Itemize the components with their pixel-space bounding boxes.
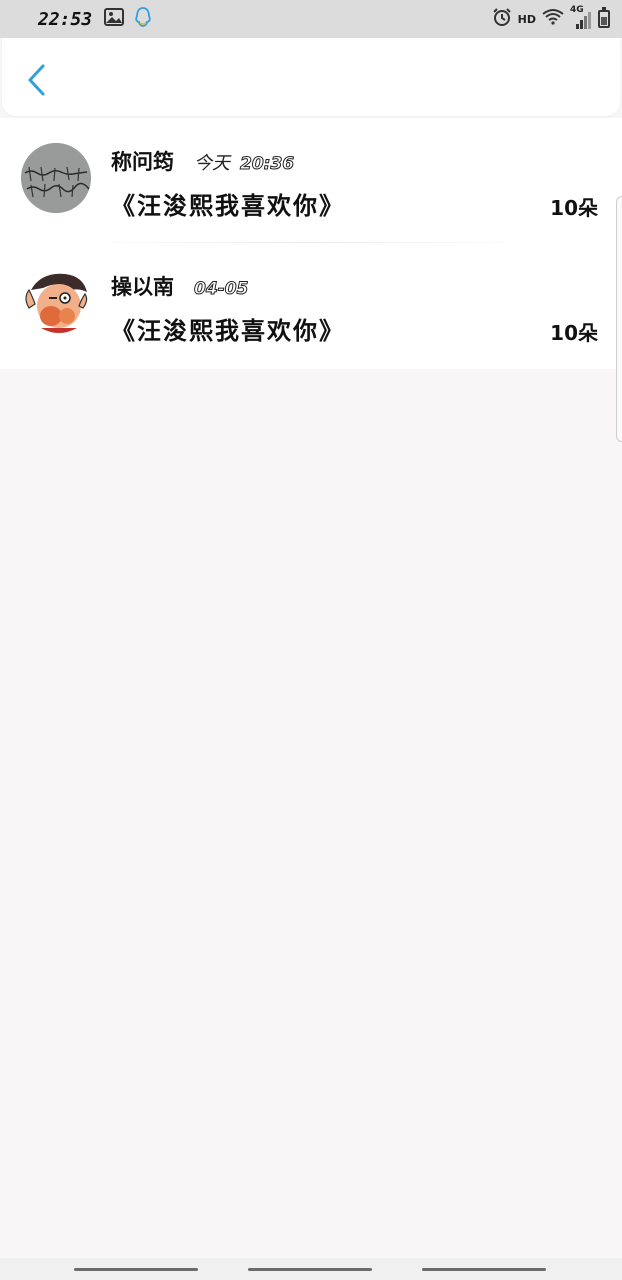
edge-panel-handle[interactable] <box>616 196 622 442</box>
time: 20:36 <box>239 154 295 175</box>
qq-icon <box>134 6 152 32</box>
nav-gesture-right[interactable] <box>422 1268 546 1271</box>
header <box>2 38 620 116</box>
name-line: 称问筠 今天 20:36 <box>111 146 295 176</box>
message: 《汪浚熙我喜欢你》 <box>111 317 345 345</box>
nickname: 操以南 <box>111 275 174 299</box>
avatar[interactable] <box>21 143 91 213</box>
signal-icon: 4G <box>570 5 592 30</box>
battery-icon <box>598 7 610 28</box>
network-type-label: HD <box>517 12 536 26</box>
status-left-icons <box>104 6 152 32</box>
status-time: 22:53 <box>38 8 93 30</box>
back-button[interactable] <box>22 64 50 100</box>
flower-count: 10朵 <box>550 321 598 345</box>
message: 《汪浚熙我喜欢你》 <box>111 192 345 220</box>
nav-gesture-left[interactable] <box>74 1268 198 1271</box>
wifi-icon <box>542 8 564 30</box>
alarm-icon <box>492 7 512 31</box>
status-bar: 22:53 HD 4G <box>0 0 622 38</box>
gift-record-list: 称问筠 今天 20:36 《汪浚熙我喜欢你》 10朵 操以南 04-05 《汪浚… <box>0 118 622 369</box>
list-item[interactable]: 操以南 04-05 《汪浚熙我喜欢你》 10朵 <box>0 243 622 369</box>
list-item[interactable]: 称问筠 今天 20:36 《汪浚熙我喜欢你》 10朵 <box>0 118 622 243</box>
nickname: 称问筠 <box>111 150 174 174</box>
time-prefix: 今天 <box>194 153 230 174</box>
chevron-left-icon <box>26 63 46 101</box>
status-right-icons: HD 4G <box>492 5 610 31</box>
nav-gesture-center[interactable] <box>248 1268 372 1271</box>
gallery-icon <box>104 8 125 30</box>
flower-count: 10朵 <box>550 196 598 220</box>
name-line: 操以南 04-05 <box>111 271 249 301</box>
avatar[interactable] <box>21 268 91 338</box>
navigation-bar <box>0 1258 622 1280</box>
time: 04-05 <box>193 279 249 300</box>
